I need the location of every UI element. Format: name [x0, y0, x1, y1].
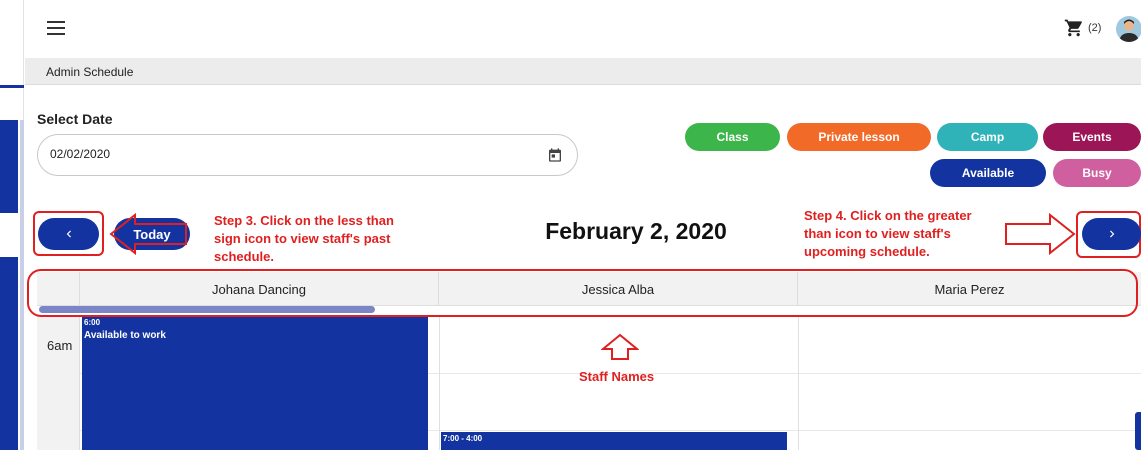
- legend-events[interactable]: Events: [1043, 123, 1141, 151]
- shopping-cart-icon: [1064, 19, 1082, 37]
- column-divider: [439, 316, 440, 450]
- step4-annotation: Step 4. Click on the greater than icon t…: [804, 208, 972, 259]
- chevron-left-icon: [66, 230, 71, 238]
- sidebar-accent: [0, 85, 24, 88]
- date-input[interactable]: [50, 147, 350, 161]
- date-field[interactable]: [37, 134, 578, 176]
- arrow-left-annotation: [109, 212, 187, 256]
- cart-button[interactable]: (2): [1064, 18, 1101, 38]
- sidebar-nav-block[interactable]: [0, 120, 18, 450]
- legend-private-lesson[interactable]: Private lesson: [787, 123, 931, 151]
- arrow-up-annotation: [601, 333, 639, 360]
- page-title: Admin Schedule: [46, 65, 134, 79]
- step3-annotation: Step 3. Click on the less than sign icon…: [214, 213, 394, 264]
- event-jessica[interactable]: 7:00 - 4:00: [441, 432, 787, 450]
- select-date-label: Select Date: [37, 111, 113, 127]
- vertical-scrollbar[interactable]: [1135, 412, 1141, 450]
- calendar-icon[interactable]: [547, 147, 563, 163]
- sidebar: [0, 0, 24, 450]
- cart-count: (2): [1088, 22, 1102, 34]
- event-title: Available to work: [84, 330, 166, 341]
- time-column: 6am: [37, 316, 80, 450]
- legend-available[interactable]: Available: [930, 159, 1046, 187]
- time-label-6am: 6am: [47, 338, 73, 353]
- event-available-johana[interactable]: 6:00 Available to work: [82, 316, 428, 450]
- current-date-title: February 2, 2020: [545, 218, 727, 244]
- chevron-right-icon: [1109, 230, 1114, 238]
- next-button[interactable]: [1082, 218, 1141, 250]
- column-divider: [798, 316, 799, 450]
- breadcrumb: Admin Schedule: [25, 58, 1141, 85]
- hamburger-menu-icon[interactable]: [47, 21, 65, 35]
- event-time: 7:00 - 4:00: [443, 434, 483, 443]
- previous-button[interactable]: [38, 218, 99, 250]
- event-time: 6:00: [84, 318, 101, 327]
- legend-busy[interactable]: Busy: [1053, 159, 1141, 187]
- sidebar-scrollbar[interactable]: [20, 120, 24, 450]
- arrow-right-annotation: [1005, 212, 1076, 256]
- avatar[interactable]: [1116, 16, 1141, 42]
- sidebar-selected-item[interactable]: [0, 213, 22, 257]
- annotation-box-staff: [27, 269, 1138, 317]
- top-bar: (2): [25, 0, 1141, 58]
- legend-camp[interactable]: Camp: [937, 123, 1038, 151]
- legend-class[interactable]: Class: [685, 123, 780, 151]
- staff-names-annotation: Staff Names: [579, 369, 655, 384]
